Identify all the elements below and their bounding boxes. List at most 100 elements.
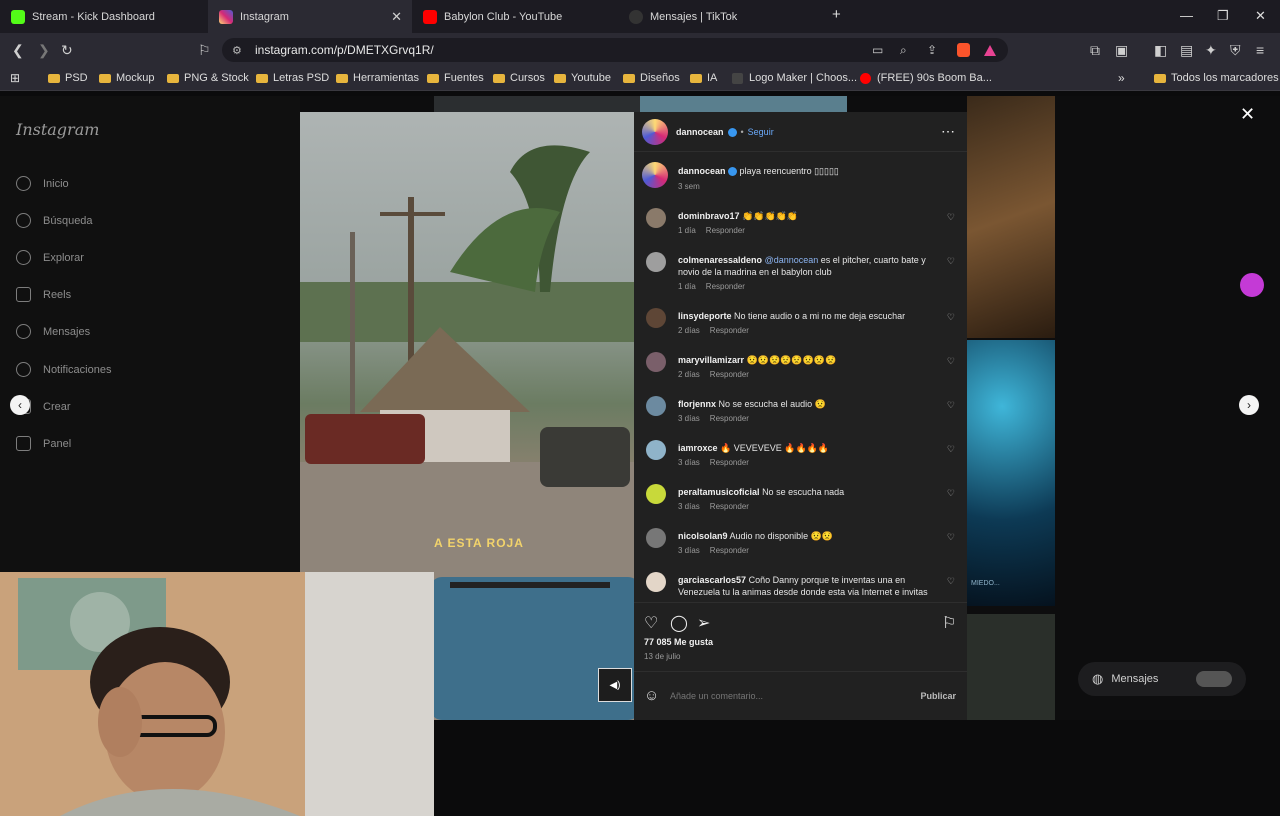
- comment-username[interactable]: dominbravo17: [678, 211, 740, 221]
- reply-button[interactable]: Responder: [710, 370, 749, 379]
- site-info-icon[interactable]: ⚙: [232, 44, 242, 57]
- all-bookmarks-folder[interactable]: Todos los marcadores: [1154, 72, 1279, 84]
- tab-tiktok[interactable]: Mensajes | TikTok: [618, 0, 824, 33]
- comment-username[interactable]: colmenaressaldeno: [678, 255, 762, 265]
- comment-avatar[interactable]: [646, 572, 666, 592]
- reader-icon[interactable]: ▣: [1115, 42, 1128, 59]
- nav-mensajes[interactable]: Mensajes: [16, 324, 90, 339]
- comment-username[interactable]: florjennx: [678, 399, 716, 409]
- cast-icon[interactable]: ▭: [872, 43, 883, 57]
- comment-avatar[interactable]: [646, 308, 666, 328]
- comment-username[interactable]: garciascarlos57: [678, 575, 746, 585]
- nav-explorar[interactable]: Explorar: [16, 250, 84, 265]
- emoji-icon[interactable]: ☺: [644, 687, 659, 704]
- comment-avatar[interactable]: [646, 528, 666, 548]
- author-avatar[interactable]: [642, 162, 668, 188]
- previous-post-button[interactable]: ‹: [10, 395, 30, 415]
- nav-busqueda[interactable]: Búsqueda: [16, 213, 93, 228]
- comment-username[interactable]: linsydeporte: [678, 311, 732, 321]
- caption-username[interactable]: dannocean: [678, 166, 726, 176]
- comment-avatar[interactable]: [646, 208, 666, 228]
- bookmark-folder[interactable]: Mockup: [99, 72, 155, 84]
- apps-grid-icon[interactable]: ⊞: [10, 71, 20, 85]
- comment-username[interactable]: iamroxce: [678, 443, 718, 453]
- reload-icon[interactable]: ↻: [61, 42, 73, 59]
- comment-avatar[interactable]: [646, 252, 666, 272]
- sidebar-icon[interactable]: ◧: [1154, 42, 1167, 59]
- vpn-icon[interactable]: ⛨: [1230, 42, 1241, 59]
- extension-float-icon[interactable]: [1240, 273, 1264, 297]
- close-tab-icon[interactable]: ✕: [391, 9, 402, 25]
- minimize-icon[interactable]: —: [1180, 8, 1193, 23]
- comment-username[interactable]: peraltamusicoficial: [678, 487, 760, 497]
- publish-button[interactable]: Publicar: [920, 691, 956, 701]
- forward-icon[interactable]: ❯: [38, 42, 50, 59]
- bookmark-folder[interactable]: Diseños: [623, 72, 680, 84]
- url-field[interactable]: ⚙ instagram.com/p/DMETXGrvq1R/ ▭ ⌕ ⇪: [222, 38, 1008, 62]
- like-comment-icon[interactable]: ♡: [947, 488, 955, 499]
- comment-mention[interactable]: @dannocean: [765, 255, 819, 265]
- maximize-icon[interactable]: ❐: [1217, 8, 1229, 24]
- tab-instagram[interactable]: Instagram ✕: [208, 0, 412, 33]
- extensions-icon[interactable]: ⧉: [1090, 42, 1100, 59]
- like-comment-icon[interactable]: ♡: [947, 356, 955, 367]
- menu-icon[interactable]: ≡: [1256, 42, 1264, 58]
- bookmark-folder[interactable]: Fuentes: [427, 72, 484, 84]
- zoom-icon[interactable]: ⌕: [900, 43, 907, 58]
- comment-avatar[interactable]: [646, 352, 666, 372]
- comment-avatar[interactable]: [646, 440, 666, 460]
- nav-panel[interactable]: Panel: [16, 436, 71, 451]
- reply-button[interactable]: Responder: [706, 282, 745, 291]
- nav-notificaciones[interactable]: Notificaciones: [16, 362, 111, 377]
- tab-kick[interactable]: Stream - Kick Dashboard: [0, 0, 206, 33]
- comment-avatar[interactable]: [646, 484, 666, 504]
- nav-inicio[interactable]: Inicio: [16, 176, 69, 191]
- messages-button[interactable]: ◍ Mensajes: [1078, 662, 1246, 696]
- more-bookmarks-icon[interactable]: »: [1118, 71, 1125, 85]
- bookmark-folder[interactable]: IA: [690, 72, 717, 84]
- close-window-icon[interactable]: ✕: [1255, 8, 1266, 24]
- reply-button[interactable]: Responder: [710, 458, 749, 467]
- leo-ai-icon[interactable]: ✦: [1205, 42, 1217, 59]
- comment-username[interactable]: maryvillamizarr: [678, 355, 744, 365]
- bookmark-folder[interactable]: Herramientas: [336, 72, 419, 84]
- brave-shield-icon[interactable]: [957, 43, 970, 57]
- bookmark-page-icon[interactable]: ⚐: [198, 42, 211, 59]
- bookmark-folder[interactable]: PSD: [48, 72, 88, 84]
- like-comment-icon[interactable]: ♡: [947, 400, 955, 411]
- back-icon[interactable]: ❮: [12, 42, 24, 59]
- likes-count[interactable]: 77 085 Me gusta: [644, 637, 713, 647]
- tab-youtube[interactable]: Babylon Club - YouTube: [412, 0, 618, 33]
- new-tab-button[interactable]: +: [832, 6, 841, 23]
- reply-button[interactable]: Responder: [710, 326, 749, 335]
- like-comment-icon[interactable]: ♡: [947, 312, 955, 323]
- instagram-logo[interactable]: Instagram: [16, 120, 99, 139]
- like-comment-icon[interactable]: ♡: [947, 444, 955, 455]
- bookmark-link[interactable]: (FREE) 90s Boom Ba...: [860, 72, 992, 84]
- follow-button[interactable]: Seguir: [748, 127, 774, 137]
- bookmark-folder[interactable]: Cursos: [493, 72, 545, 84]
- comment-username[interactable]: nicolsolan9: [678, 531, 728, 541]
- author-username[interactable]: dannocean: [676, 127, 724, 137]
- like-icon[interactable]: ♡: [644, 613, 658, 633]
- wallet-icon[interactable]: ▤: [1180, 42, 1193, 59]
- like-comment-icon[interactable]: ♡: [947, 256, 955, 267]
- bookmark-folder[interactable]: PNG & Stock: [167, 72, 249, 84]
- share-icon[interactable]: ➢: [697, 613, 710, 633]
- like-comment-icon[interactable]: ♡: [947, 212, 955, 223]
- nav-reels[interactable]: Reels: [16, 287, 71, 302]
- more-options-icon[interactable]: ⋯: [941, 123, 955, 140]
- author-avatar[interactable]: [642, 119, 668, 145]
- comment-avatar[interactable]: [646, 396, 666, 416]
- reply-button[interactable]: Responder: [706, 226, 745, 235]
- share-icon[interactable]: ⇪: [927, 43, 937, 57]
- bookmark-link[interactable]: Logo Maker | Choos...: [732, 72, 857, 84]
- reply-button[interactable]: Responder: [710, 502, 749, 511]
- comment-icon[interactable]: ◯: [670, 613, 688, 633]
- bookmark-folder[interactable]: Youtube: [554, 72, 611, 84]
- brave-rewards-icon[interactable]: [984, 44, 996, 56]
- comment-input[interactable]: [670, 687, 900, 705]
- close-modal-icon[interactable]: ✕: [1240, 104, 1255, 125]
- save-icon[interactable]: ⚐: [942, 613, 956, 633]
- like-comment-icon[interactable]: ♡: [947, 532, 955, 543]
